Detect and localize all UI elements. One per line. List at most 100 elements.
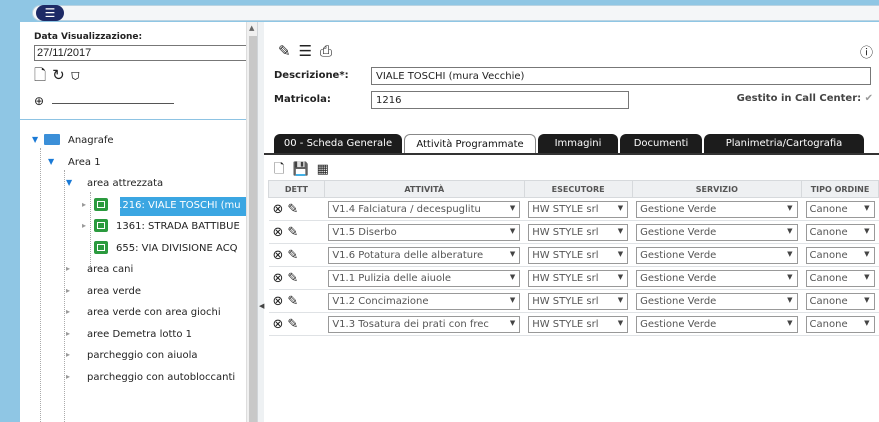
dropdown-arrow-icon[interactable]: ▼: [787, 204, 792, 212]
table-row[interactable]: ⊗✎ V1.5 Diserbo ▼ HW STYLE srl ▼ Gestione Ver…: [268, 220, 879, 244]
tree-item-area-attrezzata[interactable]: ▼ area attrezzata: [20, 173, 246, 195]
collapsed-caret-icon[interactable]: ▸: [66, 372, 70, 381]
dropdown-arrow-icon[interactable]: ▼: [787, 227, 792, 235]
collapsed-caret-icon[interactable]: ▸: [82, 221, 86, 230]
collapsed-caret-icon[interactable]: ▸: [66, 329, 70, 338]
dropdown-arrow-icon[interactable]: ▼: [787, 273, 792, 281]
tree-item-area-verde-giochi[interactable]: ▸ area verde con area giochi: [20, 302, 246, 324]
edit-row-icon[interactable]: ✎: [287, 271, 302, 286]
edit-row-icon[interactable]: ✎: [287, 248, 302, 263]
dropdown-arrow-icon[interactable]: ▼: [618, 250, 623, 258]
slider-knob-icon[interactable]: ⊕: [34, 94, 44, 108]
collapsed-caret-icon[interactable]: ▸: [66, 286, 70, 295]
attivita-select[interactable]: V1.4 Falciatura / decespuglitu ▼: [328, 200, 521, 218]
tab-scheda-generale[interactable]: 00 - Scheda Generale: [274, 134, 402, 153]
servizio-select[interactable]: Gestione Verde ▼: [636, 269, 798, 287]
hamburger-icon[interactable]: ☰: [36, 5, 64, 21]
save-icon[interactable]: 💾: [292, 162, 316, 177]
scroll-thumb[interactable]: [249, 36, 257, 422]
col-esecutore[interactable]: ESECUTORE: [523, 180, 633, 198]
delete-row-icon[interactable]: ⊗: [273, 225, 288, 240]
esecutore-select[interactable]: HW STYLE srl ▼: [528, 246, 629, 264]
expanded-caret-icon[interactable]: ▼: [48, 157, 54, 166]
table-row[interactable]: ⊗✎ V1.4 Falciatura / decespuglitu ▼ HW STYL…: [268, 197, 879, 221]
list-icon[interactable]: ☰: [299, 42, 320, 60]
dropdown-arrow-icon[interactable]: ▼: [618, 204, 623, 212]
tipo-ordine-select[interactable]: Canone ▼: [805, 200, 875, 218]
attivita-select[interactable]: V1.5 Diserbo ▼: [328, 223, 521, 241]
dropdown-arrow-icon[interactable]: ▼: [864, 250, 869, 258]
table-row[interactable]: ⊗✎ V1.6 Potatura delle alberature ▼ HW STYL…: [268, 243, 879, 267]
dropdown-arrow-icon[interactable]: ▼: [787, 250, 792, 258]
print-icon[interactable]: ⎙: [320, 42, 340, 60]
delete-row-icon[interactable]: ⊗: [273, 202, 288, 217]
edit-row-icon[interactable]: ✎: [287, 294, 302, 309]
table-row[interactable]: ⊗✎ V1.1 Pulizia delle aiuole ▼ HW STYLE srl…: [268, 266, 879, 290]
delete-row-icon[interactable]: ⊗: [273, 248, 288, 263]
attivita-select[interactable]: V1.3 Tosatura dei prati con frec ▼: [328, 315, 521, 333]
excel-export-icon[interactable]: ▦: [317, 162, 337, 177]
dropdown-arrow-icon[interactable]: ▼: [618, 319, 623, 327]
tree-item-1361[interactable]: ▸ 1361: STRADA BATTIBUE: [20, 216, 246, 238]
col-dett[interactable]: DETT: [268, 180, 325, 198]
tab-immagini[interactable]: Immagini: [538, 134, 618, 153]
new-document-icon[interactable]: 🗋: [274, 162, 292, 177]
dropdown-arrow-icon[interactable]: ▼: [618, 227, 623, 235]
dropdown-arrow-icon[interactable]: ▼: [864, 296, 869, 304]
tab-documenti[interactable]: Documenti: [620, 134, 702, 153]
refresh-icon[interactable]: ↻: [52, 66, 71, 84]
dropdown-arrow-icon[interactable]: ▼: [510, 204, 515, 212]
collapsed-caret-icon[interactable]: ▸: [82, 200, 86, 209]
tab-attivita-programmate[interactable]: Attività Programmate: [404, 134, 536, 153]
attivita-select[interactable]: V1.6 Potatura delle alberature ▼: [328, 246, 521, 264]
tree-item-1216[interactable]: ▸ 1216: VIALE TOSCHI (mu: [20, 195, 246, 217]
esecutore-select[interactable]: HW STYLE srl ▼: [528, 269, 629, 287]
dropdown-arrow-icon[interactable]: ▼: [787, 319, 792, 327]
tipo-ordine-select[interactable]: Canone ▼: [805, 292, 875, 310]
tree-item-parcheggio-aiuola[interactable]: ▸ parcheggio con aiuola: [20, 345, 246, 367]
esecutore-select[interactable]: HW STYLE srl ▼: [528, 223, 629, 241]
tab-planimetria[interactable]: Planimetria/Cartografia: [704, 134, 864, 153]
attivita-select[interactable]: V1.1 Pulizia delle aiuole ▼: [328, 269, 521, 287]
tree-item-area-cani[interactable]: ▸ area cani: [20, 259, 246, 281]
dropdown-arrow-icon[interactable]: ▼: [864, 204, 869, 212]
dropdown-arrow-icon[interactable]: ▼: [510, 319, 515, 327]
tipo-ordine-select[interactable]: Canone ▼: [805, 315, 875, 333]
servizio-select[interactable]: Gestione Verde ▼: [636, 200, 798, 218]
tree-item-parcheggio-autobloccanti[interactable]: ▸ parcheggio con autobloccanti: [20, 367, 246, 389]
dropdown-arrow-icon[interactable]: ▼: [510, 250, 515, 258]
edit-row-icon[interactable]: ✎: [287, 202, 302, 217]
col-servizio[interactable]: SERVIZIO: [631, 180, 803, 198]
matricola-input[interactable]: [371, 91, 629, 109]
servizio-select[interactable]: Gestione Verde ▼: [636, 292, 798, 310]
edit-row-icon[interactable]: ✎: [287, 317, 302, 332]
col-attivita[interactable]: ATTIVITÀ: [323, 180, 525, 198]
collapsed-caret-icon[interactable]: ▸: [66, 350, 70, 359]
dropdown-arrow-icon[interactable]: ▼: [864, 227, 869, 235]
attivita-select[interactable]: V1.2 Concimazione ▼: [328, 292, 521, 310]
esecutore-select[interactable]: HW STYLE srl ▼: [528, 315, 629, 333]
descrizione-input[interactable]: [371, 67, 871, 85]
tipo-ordine-select[interactable]: Canone ▼: [805, 269, 875, 287]
servizio-select[interactable]: Gestione Verde ▼: [636, 223, 798, 241]
expanded-caret-icon[interactable]: ▼: [66, 178, 72, 187]
dropdown-arrow-icon[interactable]: ▼: [510, 227, 515, 235]
tree-item-655[interactable]: 655: VIA DIVISIONE ACQ: [20, 238, 246, 260]
tree-scrollbar[interactable]: ▲: [246, 22, 257, 422]
dropdown-arrow-icon[interactable]: ▼: [510, 273, 515, 281]
table-row[interactable]: ⊗✎ V1.2 Concimazione ▼ HW STYLE srl ▼ Gestion…: [268, 289, 879, 313]
table-row[interactable]: ⊗✎ V1.3 Tosatura dei prati con frec ▼ HW ST…: [268, 312, 879, 336]
scroll-up-icon[interactable]: ▲: [249, 24, 254, 32]
tree-item-area-verde[interactable]: ▸ area verde: [20, 281, 246, 303]
tree-item-aree-demetra[interactable]: ▸ aree Demetra lotto 1: [20, 324, 246, 346]
tree-item-area-1[interactable]: ▼ Area 1: [20, 152, 246, 174]
edit-row-icon[interactable]: ✎: [287, 225, 302, 240]
filter-icon[interactable]: ⛉: [71, 66, 86, 84]
dropdown-arrow-icon[interactable]: ▼: [864, 273, 869, 281]
expanded-caret-icon[interactable]: ▼: [32, 135, 38, 144]
collapsed-caret-icon[interactable]: ▸: [66, 264, 70, 273]
callcenter-checkbox[interactable]: ✔: [865, 93, 873, 104]
tipo-ordine-select[interactable]: Canone ▼: [805, 223, 875, 241]
new-document-icon[interactable]: 🗋: [34, 66, 52, 84]
dropdown-arrow-icon[interactable]: ▼: [618, 296, 623, 304]
